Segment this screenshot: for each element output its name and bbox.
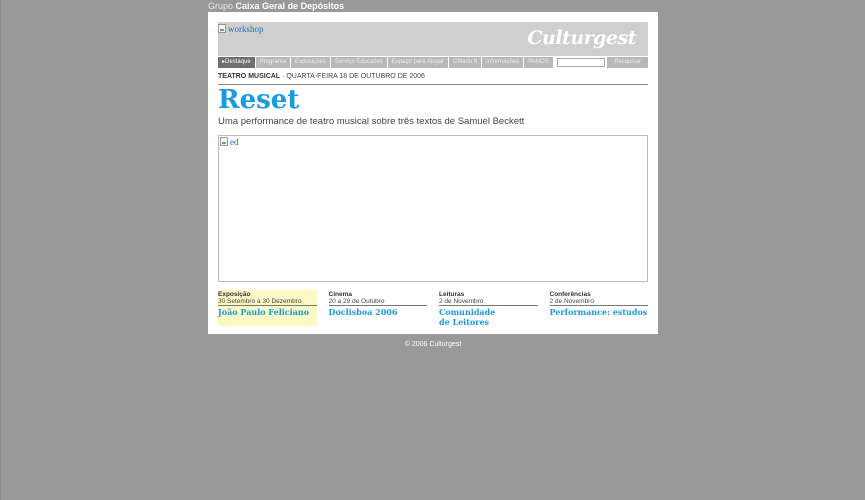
nav-item-exposicoes[interactable]: Exposições — [291, 57, 330, 68]
promo-link[interactable]: Comunidade de Leitores — [439, 307, 499, 327]
page-title: Reset — [218, 85, 300, 115]
feature-image[interactable]: ed — [220, 137, 239, 147]
search-button[interactable]: Pesquisar — [607, 57, 648, 68]
promo-date: 20 a 29 de Outubro — [328, 298, 427, 306]
promo-date: 2 de Novembro — [549, 298, 648, 306]
promo-item: Conferências 2 de Novembro Performance: … — [549, 290, 649, 326]
workshop-banner-image[interactable]: workshop — [218, 24, 264, 34]
promo-category: Conferências — [549, 291, 591, 298]
promo-link[interactable]: Performance: estudos — [550, 307, 649, 317]
promo-link[interactable]: Doclisboa 2006 — [329, 307, 428, 317]
page-container: workshop Culturgest Destaque Programa Ex… — [208, 12, 658, 334]
promo-item: Cinema 20 a 29 de Outubro Doclisboa 2006 — [328, 290, 428, 326]
footer-copyright: © 2006 Culturgest — [404, 341, 462, 348]
event-subtitle: Uma performance de teatro musical sobre … — [218, 116, 525, 127]
promo-date: 30 Setembro a 30 Dezembro — [218, 298, 317, 306]
group-bar: Grupo Caixa Geral de Depósitos — [208, 0, 344, 12]
event-date: · QUARTA-FEIRA 18 DE OUTUBRO DE 2006 — [282, 73, 425, 80]
workshop-banner-alt: workshop — [228, 24, 264, 34]
promo-list: Exposição 30 Setembro a 30 Dezembro João… — [218, 290, 649, 327]
window-edge — [0, 0, 1, 500]
promo-category: Cinema — [328, 291, 352, 298]
feature-image-alt: ed — [230, 137, 239, 147]
promo-date: 2 de Novembro — [439, 298, 538, 306]
main-nav: Destaque Programa Exposições Serviço Edu… — [218, 57, 648, 68]
nav-item-informacoes[interactable]: Informações — [482, 57, 524, 68]
promo-link[interactable]: João Paulo Feliciano — [218, 307, 317, 317]
culturgest-logo[interactable]: Culturgest — [527, 27, 636, 49]
group-prefix: Grupo — [208, 1, 234, 11]
promo-item: Exposição 30 Setembro a 30 Dezembro João… — [218, 290, 317, 326]
event-category: TEATRO MUSICAL — [218, 73, 281, 80]
nav-item-programa[interactable]: Programa — [255, 57, 291, 68]
promo-category: Leituras — [439, 291, 465, 298]
nav-item-espaco-para-alugar[interactable]: Espaço para Alugar — [387, 57, 449, 68]
nav-item-panos[interactable]: PANOS — [524, 57, 553, 68]
search-input[interactable] — [556, 58, 606, 67]
header-banner: workshop Culturgest — [218, 22, 648, 56]
group-name-link[interactable]: Caixa Geral de Depósitos — [236, 1, 345, 11]
feature-image-frame: ed — [218, 135, 648, 282]
promo-item: Leituras 2 de Novembro Comunidade de Lei… — [439, 290, 538, 327]
broken-image-icon — [220, 137, 228, 146]
nav-item-chiado-8[interactable]: Chiado 8 — [449, 57, 482, 68]
nav-item-servico-educativo[interactable]: Serviço Educativo — [330, 57, 387, 68]
promo-category: Exposição — [218, 291, 251, 298]
nav-item-destaque[interactable]: Destaque — [218, 57, 255, 68]
broken-image-icon — [218, 24, 226, 33]
